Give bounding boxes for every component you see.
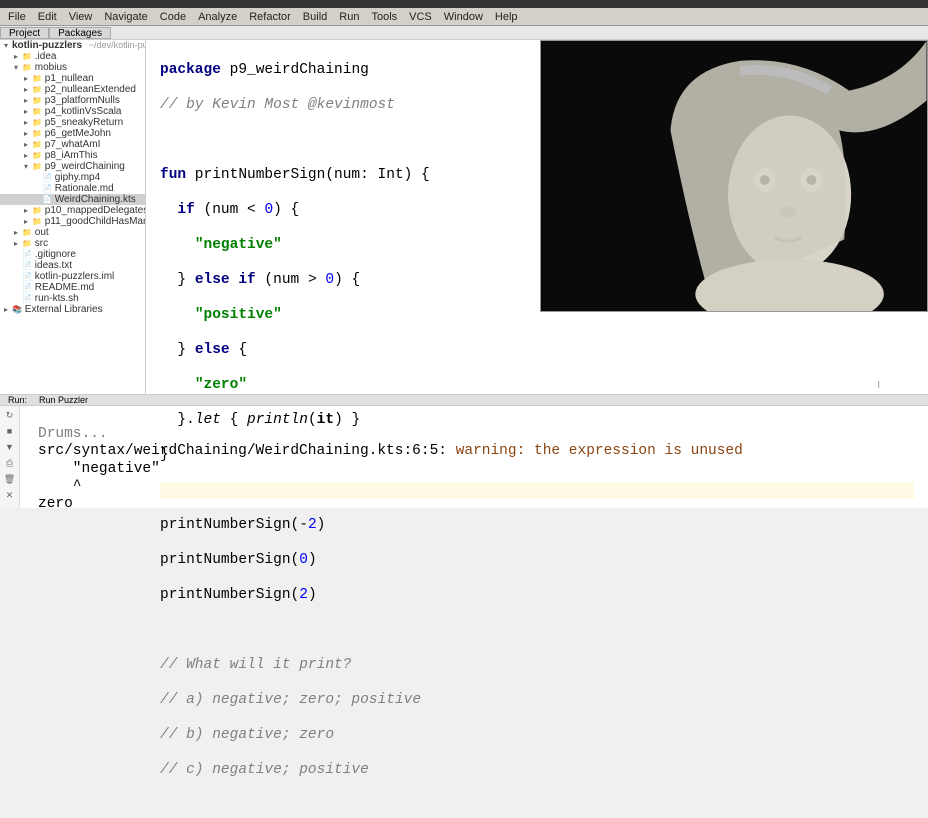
tree-item[interactable]: 📄 ideas.txt [0,260,145,271]
tree-item[interactable]: ▸📁 p5_sneakyReturn [0,117,145,128]
tree-item[interactable]: ▸📁 p4_kotlinVsScala [0,106,145,117]
run-tab-puzzler[interactable]: Run Puzzler [33,395,94,405]
editor-area[interactable]: package p9_weirdChaining // by Kevin Mos… [146,40,928,394]
tab-packages[interactable]: Packages [49,27,111,39]
editor-cursor-mark: I [877,380,880,391]
tree-item[interactable]: 📄 kotlin-puzzlers.iml [0,271,145,282]
tree-item[interactable]: 📄 Rationale.md [0,183,145,194]
menu-code[interactable]: Code [154,10,192,24]
tree-item[interactable]: ▸📁 out [0,227,145,238]
tree-item[interactable]: ▾📁 p9_weirdChaining [0,161,145,172]
tab-project[interactable]: Project [0,27,49,39]
menu-file[interactable]: File [2,10,32,24]
tree-item[interactable]: ▸📁 .idea [0,51,145,62]
down-icon[interactable]: ▼ [3,440,17,454]
menu-build[interactable]: Build [297,10,333,24]
menu-analyze[interactable]: Analyze [192,10,243,24]
console-gutter: ↻ ■ ▼ ⎙ 🗑 ✕ [0,406,20,508]
tree-item[interactable]: ▸📁 p7_whatAmI [0,139,145,150]
tree-item[interactable]: ▸📁 src [0,238,145,249]
menu-edit[interactable]: Edit [32,10,63,24]
tree-item[interactable]: ▸📁 p6_getMeJohn [0,128,145,139]
menu-refactor[interactable]: Refactor [243,10,297,24]
menubar: File Edit View Navigate Code Analyze Ref… [0,8,928,26]
tree-item[interactable]: ▸📚 External Libraries [0,304,145,315]
menu-run[interactable]: Run [333,10,365,24]
tree-item[interactable]: 📄 run-kts.sh [0,293,145,304]
project-tree[interactable]: ▾kotlin-puzzlers ~/dev/kotlin-puzzlers ▸… [0,40,146,394]
tree-item[interactable]: 📄 WeirdChaining.kts [0,194,145,205]
tree-item[interactable]: ▸📁 p11_goodChildHasManyNames [0,216,145,227]
menu-navigate[interactable]: Navigate [98,10,153,24]
tree-item[interactable]: ▸📁 p3_platformNulls [0,95,145,106]
tree-item[interactable]: 📄 .gitignore [0,249,145,260]
menu-tools[interactable]: Tools [365,10,403,24]
window-titlebar [0,0,928,8]
stop-icon[interactable]: ■ [3,424,17,438]
tree-item[interactable]: ▾📁 mobius [0,62,145,73]
tree-item[interactable]: ▸📁 p1_nullean [0,73,145,84]
tree-item[interactable]: ▸📁 p8_iAmThis [0,150,145,161]
tree-item[interactable]: 📄 giphy.mp4 [0,172,145,183]
rerun-icon[interactable]: ↻ [3,408,17,422]
tree-item[interactable]: ▸📁 p10_mappedDelegates [0,205,145,216]
menu-view[interactable]: View [63,10,99,24]
menu-window[interactable]: Window [438,10,489,24]
tree-item[interactable]: 📄 README.md [0,282,145,293]
menu-help[interactable]: Help [489,10,524,24]
close-icon[interactable]: ✕ [3,488,17,502]
trash-icon[interactable]: 🗑 [3,472,17,486]
video-overlay [540,40,928,312]
print-icon[interactable]: ⎙ [3,456,17,470]
menu-vcs[interactable]: VCS [403,10,438,24]
tree-item[interactable]: ▸📁 p2_nulleanExtended [0,84,145,95]
tool-tabs: Project Packages [0,26,928,40]
run-tab-label: Run: [2,395,33,405]
